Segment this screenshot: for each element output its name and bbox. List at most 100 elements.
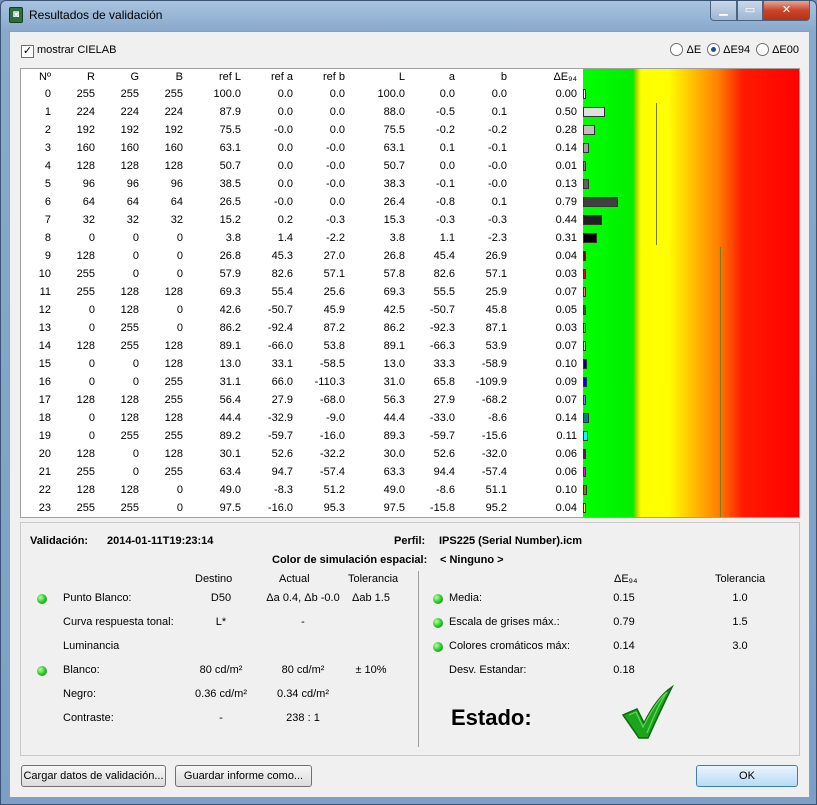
summary-metric-label: Escala de grises máx.:	[449, 616, 560, 628]
simulation-label: Color de simulación espacial:	[272, 554, 428, 566]
column-header[interactable]: ref a	[247, 69, 299, 85]
table-cell: -8.3	[274, 484, 293, 496]
profile-label: Perfil:	[394, 535, 426, 547]
radio-delta-e00-circle[interactable]	[756, 43, 770, 56]
radio-delta-e-label[interactable]: ΔE	[686, 44, 701, 56]
table-cell: 32	[126, 214, 139, 226]
table-cell: 0	[176, 322, 183, 334]
column-header[interactable]: b	[461, 69, 513, 85]
table-row[interactable]: 7 32 32 32 15.2 0.2 -0.3 15.3 -0.3 -0.3 0.44	[21, 211, 583, 229]
table-row[interactable]: 18 0 128 128 44.4 -32.9 -9.0 44.4 -33.0 -8.6 0.14	[21, 409, 583, 427]
table-cell: 192	[76, 124, 95, 136]
table-cell: 38.3	[383, 178, 405, 190]
table-cell: 17	[38, 394, 51, 406]
summary-divider	[418, 571, 419, 747]
table-cell: 0.03	[555, 268, 577, 280]
radio-delta-e-circle[interactable]	[670, 43, 684, 56]
table-cell: -0.0	[326, 160, 345, 172]
table-row[interactable]: 0 255 255 255 100.0 0.0 0.0 100.0 0.0 0.0 0.00	[21, 85, 583, 103]
radio-delta-e00-label[interactable]: ΔE00	[772, 44, 799, 56]
table-cell: 0.01	[555, 160, 577, 172]
table-row[interactable]: 3 160 160 160 63.1 0.0 -0.0 63.1 0.1 -0.1 0.14	[21, 139, 583, 157]
table-row[interactable]: 1 224 224 224 87.9 0.0 0.0 88.0 -0.5 0.1 0.50	[21, 103, 583, 121]
table-row[interactable]: 6 64 64 64 26.5 -0.0 0.0 26.4 -0.8 0.1 0.79	[21, 193, 583, 211]
column-header[interactable]: B	[145, 69, 189, 85]
column-header[interactable]: ΔE₉₄	[513, 69, 583, 85]
column-header[interactable]: ref L	[189, 69, 247, 85]
table-row[interactable]: 2 192 192 192 75.5 -0.0 0.0 75.5 -0.2 -0.2 0.28	[21, 121, 583, 139]
table-row[interactable]: 8 0 0 0 3.8 1.4 -2.2 3.8 1.1 -2.3 0.31	[21, 229, 583, 247]
table-cell: 128	[120, 304, 139, 316]
table-cell: 224	[164, 106, 183, 118]
table-cell: 31.1	[219, 376, 241, 388]
table-row[interactable]: 11 255 128 128 69.3 55.4 25.6 69.3 55.5 25.9 0.07	[21, 283, 583, 301]
column-header[interactable]: R	[57, 69, 101, 85]
maximize-button[interactable]: ▭	[737, 1, 763, 21]
table-cell: 0.07	[555, 340, 577, 352]
table-cell: 0.1	[439, 142, 455, 154]
table-cell: 31.0	[383, 376, 405, 388]
column-header[interactable]: ref b	[299, 69, 351, 85]
save-report-button[interactable]: Guardar informe como...	[175, 765, 312, 787]
table-row[interactable]: 19 0 255 255 89.2 -59.7 -16.0 89.3 -59.7 -15.6 0.1…	[21, 427, 583, 445]
title-bar[interactable]: ◙ Resultados de validación ▁ ▭ ✕	[1, 1, 816, 29]
table-cell: 0.0	[329, 106, 345, 118]
table-row[interactable]: 17 128 128 255 56.4 27.9 -68.0 56.3 27.9 -68.2 0.0…	[21, 391, 583, 409]
radio-delta-e94-circle[interactable]	[707, 43, 721, 56]
table-row[interactable]: 5 96 96 96 38.5 0.0 -0.0 38.3 -0.1 -0.0 0.13	[21, 175, 583, 193]
table-row[interactable]: 16 0 0 255 31.1 66.0 -110.3 31.0 65.8 -109.9 0.09	[21, 373, 583, 391]
table-cell: 0.10	[555, 484, 577, 496]
table-cell: 45.8	[485, 304, 507, 316]
table-cell: 128	[164, 448, 183, 460]
table-row[interactable]: 9 128 0 0 26.8 45.3 27.0 26.8 45.4 26.9 0.04	[21, 247, 583, 265]
column-header[interactable]: Nº	[21, 69, 57, 85]
summary-row-actual: 238 : 1	[286, 712, 320, 724]
column-header[interactable]: a	[411, 69, 461, 85]
status-ok-led-icon	[37, 594, 47, 604]
column-header[interactable]: G	[101, 69, 145, 85]
table-row[interactable]: 22 128 128 0 49.0 -8.3 51.2 49.0 -8.6 51.1 0.10	[21, 481, 583, 499]
col-delta-e94-header: ΔE₉₄	[614, 573, 638, 585]
column-header[interactable]: L	[351, 69, 411, 85]
window-title: Resultados de validación	[29, 8, 163, 22]
table-cell: 0.07	[555, 286, 577, 298]
table-cell: -15.6	[481, 430, 507, 442]
table-row[interactable]: 23 255 255 0 97.5 -16.0 95.3 97.5 -15.8 95.2 0.04	[21, 499, 583, 517]
table-cell: 33.1	[271, 358, 293, 370]
table-cell: -50.7	[267, 304, 293, 316]
table-cell: 64	[82, 196, 95, 208]
table-row[interactable]: 14 128 255 128 89.1 -66.0 53.8 89.1 -66.3 53.9 0.0…	[21, 337, 583, 355]
profile-value: IPS225 (Serial Number).icm	[439, 535, 583, 547]
ok-button[interactable]: OK	[696, 765, 798, 787]
table-row[interactable]: 15 0 0 128 13.0 33.1 -58.5 13.0 33.3 -58.9 0.10	[21, 355, 583, 373]
table-row[interactable]: 10 255 0 0 57.9 82.6 57.1 57.8 82.6 57.1 0.03	[21, 265, 583, 283]
close-button[interactable]: ✕	[763, 1, 810, 21]
table-row[interactable]: 4 128 128 128 50.7 0.0 -0.0 50.7 0.0 -0.0 0.01	[21, 157, 583, 175]
table-cell: 0.14	[555, 412, 577, 424]
table-row[interactable]: 20 128 0 128 30.1 52.6 -32.2 30.0 52.6 -32.0 0.06	[21, 445, 583, 463]
show-cielab-checkbox[interactable]: ✓	[21, 45, 34, 58]
radio-delta-e[interactable]: ΔE	[670, 43, 701, 56]
table-cell: 128	[76, 340, 95, 352]
table-row[interactable]: 21 255 0 255 63.4 94.7 -57.4 63.3 94.4 -57.4 0.06	[21, 463, 583, 481]
table-cell: 50.7	[219, 160, 241, 172]
delta-e-bar	[583, 359, 588, 369]
table-row[interactable]: 13 0 255 0 86.2 -92.4 87.2 86.2 -92.3 87.1 0.03	[21, 319, 583, 337]
radio-delta-e94-label[interactable]: ΔE94	[723, 44, 750, 56]
table-cell: 38.5	[219, 178, 241, 190]
radio-delta-e94[interactable]: ΔE94	[707, 43, 750, 56]
table-cell: 96	[82, 178, 95, 190]
show-cielab-label[interactable]: mostrar CIELAB	[37, 44, 116, 56]
radio-delta-e00[interactable]: ΔE00	[756, 43, 799, 56]
results-table-panel[interactable]: Nº R G Bref Lref a ref b La b ΔE₉₄ 0 255 255 255 10…	[20, 68, 800, 518]
table-cell: 128	[120, 394, 139, 406]
table-cell: -0.2	[436, 124, 455, 136]
minimize-button[interactable]: ▁	[710, 1, 737, 21]
table-row[interactable]: 12 0 128 0 42.6 -50.7 45.9 42.5 -50.7 45.8 0.05	[21, 301, 583, 319]
table-cell: 0	[176, 304, 183, 316]
table-cell: 0	[176, 502, 183, 514]
table-cell: 75.5	[219, 124, 241, 136]
load-validation-data-button[interactable]: Cargar datos de validación...	[21, 765, 166, 787]
table-cell: 255	[76, 286, 95, 298]
table-cell: 0.31	[555, 232, 577, 244]
